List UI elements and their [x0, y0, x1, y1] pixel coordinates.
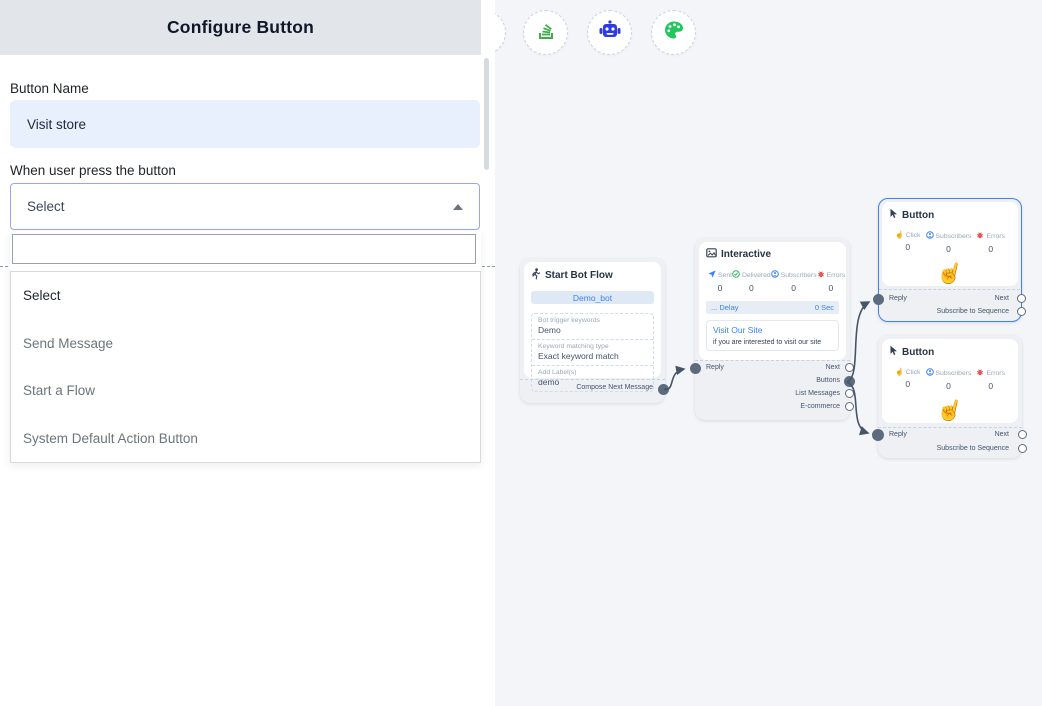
buttons-output-port[interactable]: [844, 376, 855, 387]
button-node-selected[interactable]: Button ☝ Click 0 Subscribers: [878, 198, 1022, 322]
dropdown-option-system-default[interactable]: System Default Action Button: [11, 415, 480, 463]
robot-icon: [597, 17, 623, 48]
chevron-up-icon: [453, 204, 463, 210]
sequence-output-port[interactable]: [1018, 444, 1027, 453]
stat-sent: Sent 0: [708, 270, 732, 293]
node-title: Button: [902, 347, 934, 358]
stat-subscribers: Subscribers 0: [771, 270, 817, 293]
delay-label: ... Delay: [711, 303, 739, 312]
dropdown-option-select[interactable]: Select: [11, 272, 480, 320]
action-select[interactable]: Select: [10, 183, 480, 230]
dropdown-option-send-message[interactable]: Send Message: [11, 320, 480, 368]
cursor-icon: [889, 345, 898, 359]
cursor-icon: [889, 208, 898, 222]
panel-gutter: [481, 0, 495, 55]
subscribers-icon: [926, 231, 934, 241]
delay-row[interactable]: ... Delay 0 Sec: [706, 301, 839, 314]
bug-icon: [976, 368, 984, 378]
field-label: Bot trigger keywords: [538, 316, 647, 325]
stat-errors: Errors 0: [976, 231, 1005, 254]
button-card: Button ☝ Click 0 Subscribers: [882, 339, 1018, 423]
bug-icon: [817, 270, 825, 280]
sequence-output-port[interactable]: [1017, 307, 1026, 316]
hand-pointer-icon: ☝: [934, 396, 965, 426]
button-name-label: Button Name: [10, 81, 89, 96]
message-body: if you are interested to visit our site: [713, 339, 832, 346]
reply-input-port[interactable]: [873, 294, 884, 305]
stack-icon: [534, 18, 558, 47]
subscribers-icon: [926, 368, 934, 378]
click-icon: ☝: [895, 231, 904, 239]
dropdown-search-input[interactable]: [12, 234, 476, 264]
page-title: Configure Button: [167, 17, 314, 38]
port-next-label: Next: [826, 364, 840, 371]
interactive-message[interactable]: Visit Our Site if you are interested to …: [706, 320, 839, 351]
press-action-label: When user press the button: [10, 163, 176, 178]
compose-output-port[interactable]: [658, 384, 669, 395]
port-ecommerce-label: E-commerce: [800, 403, 840, 410]
interactive-card: Interactive Sent 0: [699, 242, 846, 360]
reply-label: Reply: [706, 364, 724, 371]
interactive-node[interactable]: Interactive Sent 0: [695, 238, 850, 420]
port-list-messages-label: List Messages: [795, 390, 840, 397]
list-messages-output-port[interactable]: [845, 389, 854, 398]
panel-header: Configure Button: [0, 0, 481, 55]
flow-canvas[interactable]: Start Bot Flow Demo_bot Bot trigger keyw…: [495, 0, 1042, 706]
dropdown-list: Select Send Message Start a Flow System …: [10, 271, 481, 463]
button-name-input[interactable]: [10, 100, 480, 148]
configure-button-panel: Configure Button Button Name When user p…: [0, 0, 495, 706]
field-label: Keyword matching type: [538, 342, 647, 351]
button-card: Button ☝ Click 0 Subscribers: [882, 202, 1018, 286]
next-output-port[interactable]: [1017, 294, 1026, 303]
toolbar-button-theme[interactable]: [651, 10, 696, 55]
ecommerce-output-port[interactable]: [845, 402, 854, 411]
walking-person-icon: [531, 268, 541, 283]
subscribers-icon: [771, 270, 779, 280]
bug-icon: [976, 231, 984, 241]
click-icon: ☝: [895, 368, 904, 376]
button-node[interactable]: Button ☝ Click 0 Subscribers: [878, 335, 1022, 458]
port-buttons-label: Buttons: [816, 377, 840, 384]
field-value: Exact keyword match: [538, 351, 647, 362]
reply-input-port[interactable]: [690, 363, 701, 374]
dropdown-option-start-a-flow[interactable]: Start a Flow: [11, 367, 480, 415]
hand-pointer-icon: ☝: [934, 259, 965, 289]
scrollbar-thumb[interactable]: [484, 58, 489, 170]
delay-value: 0 Sec: [815, 303, 834, 312]
reply-input-port[interactable]: [872, 429, 884, 441]
bot-name-button[interactable]: Demo_bot: [531, 291, 654, 304]
start-bot-flow-node[interactable]: Start Bot Flow Demo_bot Bot trigger keyw…: [520, 258, 665, 403]
stat-click: ☝ Click 0: [895, 368, 920, 391]
next-output-port[interactable]: [1018, 430, 1027, 439]
node-title: Start Bot Flow: [545, 270, 613, 281]
message-title: Visit Our Site: [713, 325, 832, 335]
check-circle-icon: [732, 270, 740, 280]
toolbar-button-stack[interactable]: [523, 10, 568, 55]
compose-next-message-label: Compose Next Message: [576, 384, 653, 391]
send-icon: [708, 270, 716, 280]
next-output-port[interactable]: [845, 363, 854, 372]
palette-icon: [661, 17, 687, 48]
node-title: Interactive: [721, 249, 771, 260]
field-value: Demo: [538, 325, 647, 336]
toolbar-button-hidden[interactable]: [495, 10, 506, 55]
stat-delivered: Delivered 0: [732, 270, 771, 293]
action-dropdown: Select Send Message Start a Flow System …: [10, 231, 481, 463]
stat-errors: Errors 0: [976, 368, 1005, 391]
select-value: Select: [27, 199, 65, 214]
toolbar-button-bot[interactable]: [587, 10, 632, 55]
start-node-card: Start Bot Flow Demo_bot Bot trigger keyw…: [524, 262, 661, 378]
interactive-icon: [706, 248, 717, 261]
stat-click: ☝ Click 0: [895, 231, 920, 254]
field-label: Add Label(s): [538, 368, 647, 377]
stat-errors: Errors 0: [817, 270, 846, 293]
stat-subscribers: Subscribers 0: [926, 368, 972, 391]
stat-subscribers: Subscribers 0: [926, 231, 972, 254]
node-title: Button: [902, 210, 934, 221]
